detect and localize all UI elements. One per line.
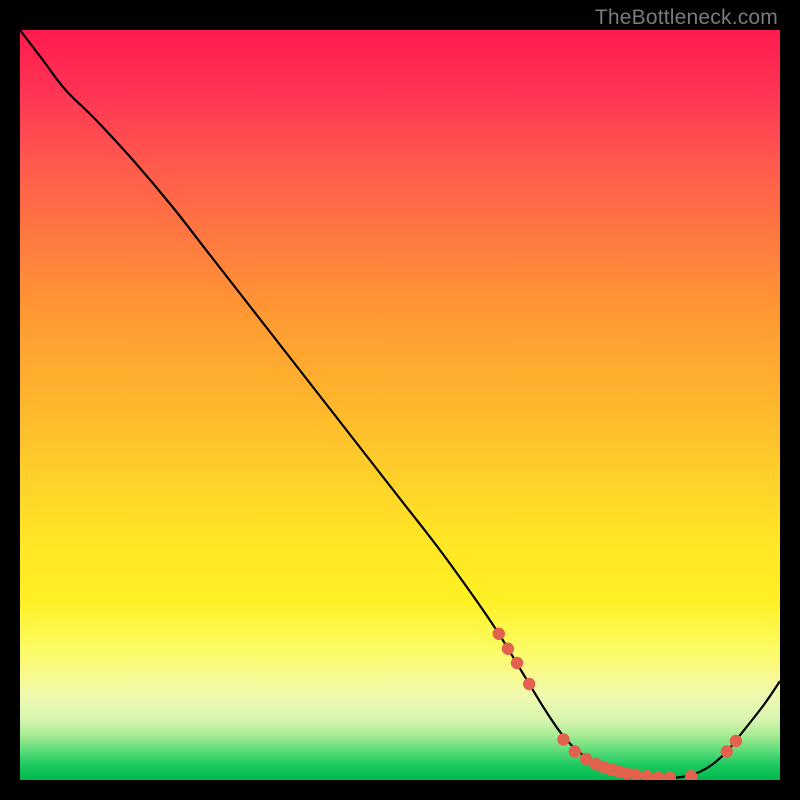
marker-point — [590, 758, 602, 770]
curve-svg — [20, 30, 780, 780]
marker-point — [664, 772, 676, 780]
marker-point — [629, 769, 641, 780]
watermark-text: TheBottleneck.com — [595, 6, 778, 30]
marker-point — [605, 763, 617, 775]
marker-point — [597, 761, 609, 773]
data-markers — [493, 628, 743, 780]
marker-point — [502, 643, 514, 655]
plot-area — [20, 30, 780, 780]
bottleneck-curve — [20, 30, 780, 778]
marker-point — [580, 753, 592, 765]
marker-point — [721, 745, 733, 757]
marker-point — [730, 735, 742, 747]
marker-point — [569, 745, 581, 757]
marker-point — [511, 657, 523, 669]
marker-point — [493, 628, 505, 640]
chart-container: TheBottleneck.com — [0, 0, 800, 800]
marker-point — [652, 771, 664, 780]
marker-point — [523, 678, 535, 690]
marker-point — [613, 766, 625, 778]
marker-point — [685, 770, 697, 780]
marker-point — [557, 733, 569, 745]
marker-point — [620, 767, 632, 779]
marker-point — [641, 770, 653, 780]
